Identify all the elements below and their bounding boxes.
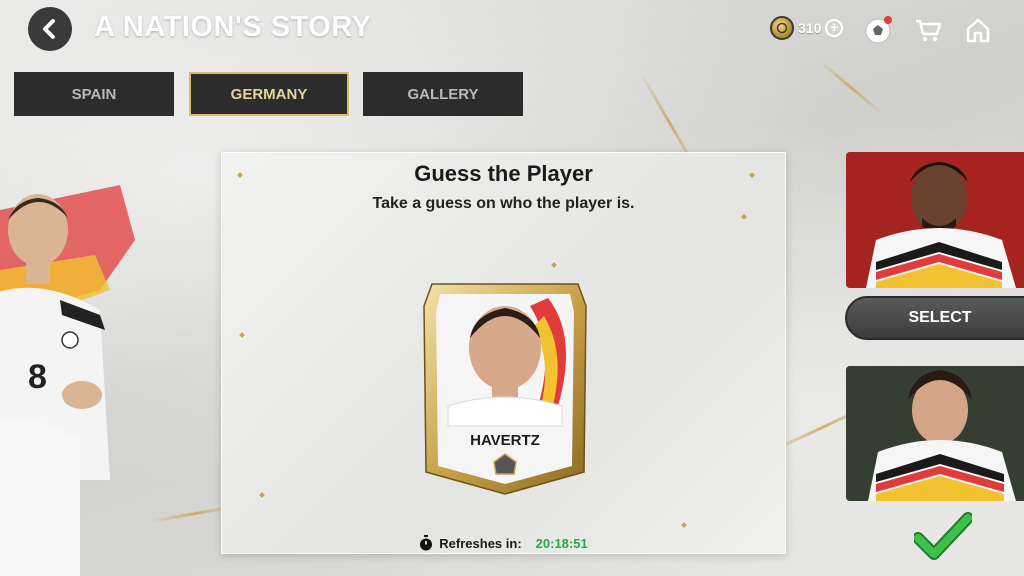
guess-player-panel: Guess the Player Take a guess on who the… <box>221 152 786 554</box>
featured-player-image: 8 <box>0 180 150 576</box>
player-card[interactable]: HAVERTZ <box>418 276 592 496</box>
back-button[interactable] <box>28 7 72 51</box>
coin-count: 310 <box>798 20 822 36</box>
ball-icon[interactable] <box>862 14 894 46</box>
stopwatch-icon <box>420 535 433 551</box>
refresh-label: Refreshes in: <box>439 535 522 551</box>
panel-subtitle: Take a guess on who the player is. <box>372 195 635 212</box>
candidate-player-1[interactable] <box>846 152 1024 288</box>
back-icon <box>43 19 55 39</box>
checkmark-icon <box>912 512 974 560</box>
select-button[interactable]: SELECT <box>845 296 1024 340</box>
coin-balance: 310 + <box>770 16 844 40</box>
svg-text:8: 8 <box>28 358 47 396</box>
notification-dot <box>884 16 892 24</box>
tab-germany[interactable]: GERMANY <box>189 72 349 116</box>
player-card-name: HAVERTZ <box>470 432 540 449</box>
coin-icon <box>770 16 794 40</box>
confirm-button[interactable] <box>912 512 974 562</box>
panel-title: Guess the Player <box>414 161 593 186</box>
home-icon[interactable] <box>962 14 994 46</box>
refresh-timer: Refreshes in: 20:18:51 <box>222 535 785 551</box>
refresh-time: 20:18:51 <box>535 535 588 551</box>
plus-icon[interactable]: + <box>825 19 844 37</box>
page-title: A NATION'S STORY <box>94 11 372 43</box>
cart-icon[interactable] <box>912 14 944 46</box>
candidate-player-2[interactable] <box>846 366 1024 501</box>
tab-spain[interactable]: SPAIN <box>14 72 174 116</box>
tab-gallery[interactable]: GALLERY <box>363 72 523 116</box>
